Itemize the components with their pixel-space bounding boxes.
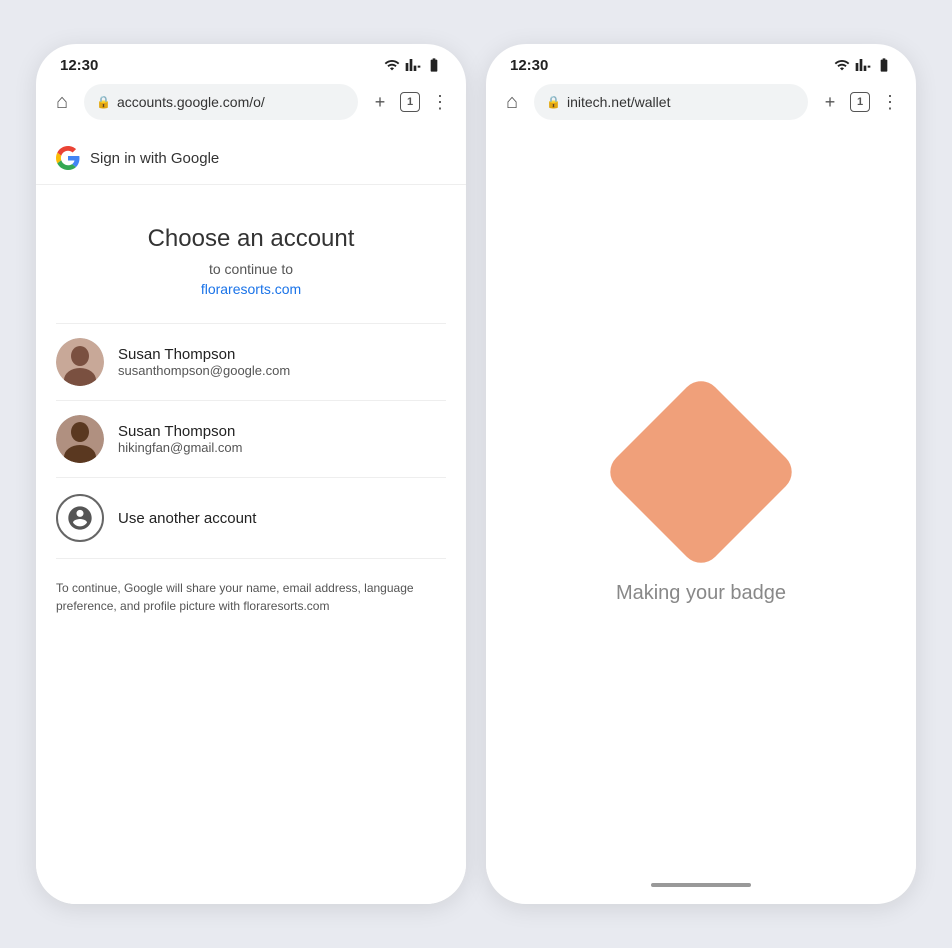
battery-icon	[426, 57, 442, 73]
choose-account-content: Choose an account to continue to florare…	[36, 225, 466, 635]
status-icons-left	[384, 57, 442, 73]
status-time-left: 12:30	[60, 57, 98, 74]
account-email-1: susanthompson@google.com	[118, 363, 290, 378]
new-tab-btn-left[interactable]: +	[366, 88, 394, 116]
use-another-label: Use another account	[118, 510, 256, 527]
use-another-item[interactable]: Use another account	[56, 478, 446, 559]
url-right: initech.net/wallet	[567, 94, 796, 110]
address-bar-right[interactable]: 🔒 initech.net/wallet	[534, 84, 808, 120]
browser-actions-right: + 1 ⋮	[816, 88, 904, 116]
account-list: Susan Thompson susanthompson@google.com	[56, 323, 446, 559]
avatar-2	[56, 415, 104, 463]
menu-btn-right[interactable]: ⋮	[876, 88, 904, 116]
signal-icon	[405, 57, 421, 73]
google-logo	[56, 146, 80, 170]
making-badge-text: Making your badge	[616, 582, 786, 605]
signal-icon-right	[855, 57, 871, 73]
menu-btn-left[interactable]: ⋮	[426, 88, 454, 116]
site-link[interactable]: floraresorts.com	[56, 281, 446, 299]
tab-count-right[interactable]: 1	[850, 92, 870, 112]
battery-icon-right	[876, 57, 892, 73]
wifi-icon	[384, 57, 400, 73]
avatar-svg-1	[56, 338, 104, 386]
choose-title: Choose an account	[56, 225, 446, 253]
account-info-2: Susan Thompson hikingfan@gmail.com	[118, 423, 242, 455]
account-item-2[interactable]: Susan Thompson hikingfan@gmail.com	[56, 401, 446, 478]
account-name-2: Susan Thompson	[118, 423, 242, 440]
page-content-left: Sign in with Google Choose an account to…	[36, 132, 466, 904]
url-left: accounts.google.com/o/	[117, 94, 346, 110]
browser-actions-left: + 1 ⋮	[366, 88, 454, 116]
status-bar-left: 12:30	[36, 44, 466, 80]
person-circle-icon	[66, 504, 94, 532]
browser-chrome-right: ⌂ 🔒 initech.net/wallet + 1 ⋮	[486, 80, 916, 132]
account-info-1: Susan Thompson susanthompson@google.com	[118, 346, 290, 378]
avatar-1	[56, 338, 104, 386]
account-item-1[interactable]: Susan Thompson susanthompson@google.com	[56, 324, 446, 401]
privacy-note: To continue, Google will share your name…	[56, 579, 446, 635]
use-another-icon	[56, 494, 104, 542]
tab-count-left[interactable]: 1	[400, 92, 420, 112]
left-phone: 12:30 ⌂ 🔒 accounts.google.com/o/ + 1 ⋮	[36, 44, 466, 904]
browser-nav-right: ⌂ 🔒 initech.net/wallet + 1 ⋮	[498, 84, 904, 120]
avatar-svg-2	[56, 415, 104, 463]
status-icons-right	[834, 57, 892, 73]
status-bar-right: 12:30	[486, 44, 916, 80]
continue-to: to continue to	[56, 261, 446, 277]
bottom-bar-right	[486, 874, 916, 904]
badge-diamond	[602, 373, 800, 571]
site-link-anchor[interactable]: floraresorts.com	[201, 281, 301, 297]
google-header: Sign in with Google	[36, 132, 466, 185]
right-phone: 12:30 ⌂ 🔒 initech.net/wallet + 1 ⋮ Makin…	[486, 44, 916, 904]
new-tab-btn-right[interactable]: +	[816, 88, 844, 116]
home-icon-right[interactable]: ⌂	[498, 88, 526, 116]
home-indicator-right	[651, 883, 751, 887]
home-icon[interactable]: ⌂	[48, 88, 76, 116]
browser-chrome-left: ⌂ 🔒 accounts.google.com/o/ + 1 ⋮	[36, 80, 466, 132]
status-time-right: 12:30	[510, 57, 548, 74]
google-header-text: Sign in with Google	[90, 150, 219, 167]
account-email-2: hikingfan@gmail.com	[118, 440, 242, 455]
lock-icon-left: 🔒	[96, 95, 111, 109]
browser-nav-left: ⌂ 🔒 accounts.google.com/o/ + 1 ⋮	[48, 84, 454, 120]
wifi-icon-right	[834, 57, 850, 73]
lock-icon-right: 🔒	[546, 95, 561, 109]
account-name-1: Susan Thompson	[118, 346, 290, 363]
address-bar-left[interactable]: 🔒 accounts.google.com/o/	[84, 84, 358, 120]
right-phone-content: Making your badge	[486, 132, 916, 874]
